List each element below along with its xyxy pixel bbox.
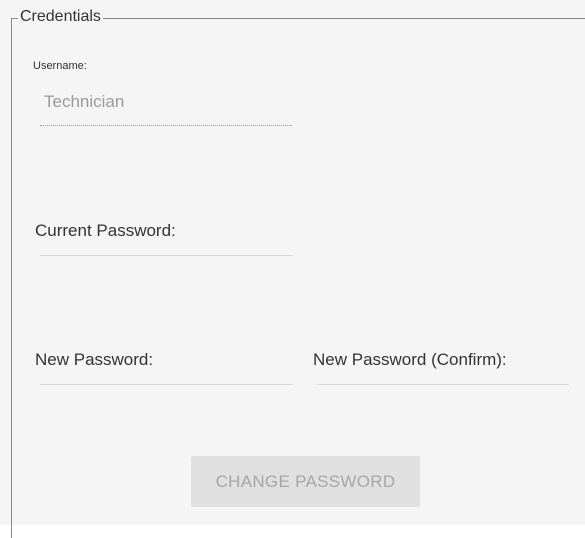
username-underline	[40, 125, 292, 126]
new-password-confirm-input[interactable]	[317, 354, 569, 385]
username-value: Technician	[44, 92, 125, 111]
change-password-button[interactable]: CHANGE PASSWORD	[191, 456, 420, 507]
current-password-input[interactable]	[40, 225, 293, 256]
new-password-input[interactable]	[40, 354, 293, 385]
credentials-panel: Credentials Username: Technician Current…	[0, 0, 585, 538]
credentials-legend: Credentials	[18, 6, 103, 28]
username-label: Username:	[33, 60, 87, 72]
